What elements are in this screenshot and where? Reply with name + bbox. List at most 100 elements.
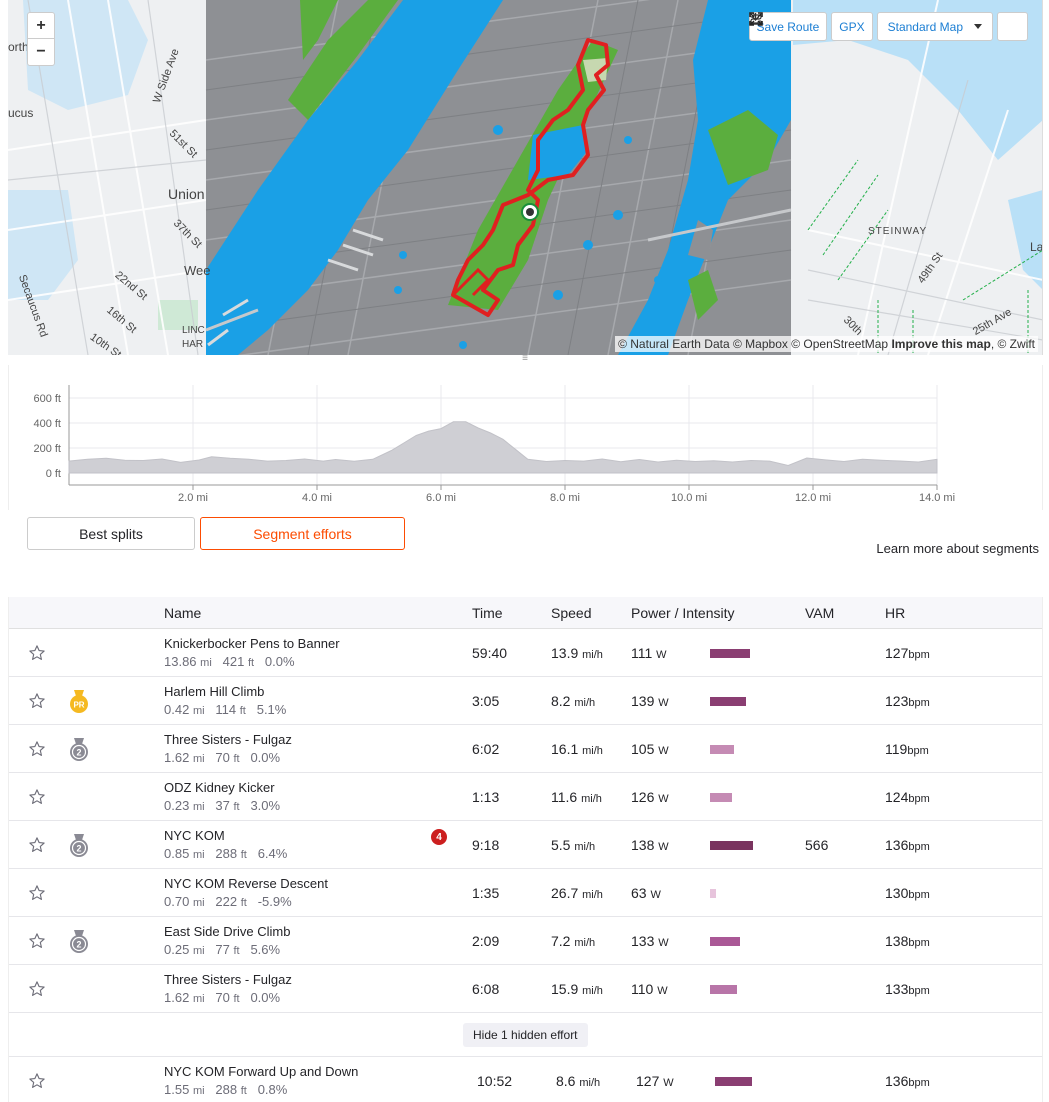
- table-row[interactable]: Three Sisters - Fulgaz 1.62 mi 70 ft 0.0%…: [9, 965, 1042, 1013]
- effort-power: 63 W: [631, 885, 661, 901]
- attribution-zwift[interactable]: © Zwift: [997, 337, 1035, 351]
- segment-name[interactable]: Three Sisters - Fulgaz: [164, 732, 292, 747]
- x-tick-label: 4.0 mi: [302, 492, 332, 504]
- map-style-dropdown[interactable]: Standard Map: [876, 12, 993, 41]
- map-canvas[interactable]: [8, 0, 1043, 355]
- attribution-osm[interactable]: © OpenStreetMap: [791, 337, 888, 351]
- segment-name[interactable]: Three Sisters - Fulgaz: [164, 972, 292, 987]
- header-time[interactable]: Time: [472, 605, 503, 621]
- map-toolbar: Save Route GPX Standard Map: [748, 12, 1028, 41]
- segment-grade: 3.0%: [250, 798, 281, 813]
- table-row[interactable]: 2 East Side Drive Climb 0.25 mi 77 ft 5.6%…: [9, 917, 1042, 965]
- segment-elevation: 37: [215, 798, 230, 813]
- effort-hr: 123bpm: [885, 693, 930, 709]
- unit-mih: mi/h: [582, 745, 603, 757]
- unit-mi: mi: [192, 945, 205, 957]
- gpx-button[interactable]: GPX: [748, 12, 873, 41]
- effort-speed: 16.1 mi/h: [551, 741, 603, 757]
- header-speed[interactable]: Speed: [551, 605, 591, 621]
- speed-value: 5.5: [551, 837, 571, 853]
- unit-w: W: [658, 841, 669, 853]
- star-icon[interactable]: [28, 692, 46, 710]
- unit-mi: mi: [192, 753, 205, 765]
- hidden-table-body: NYC KOM Forward Up and Down 1.55 mi 288 f…: [9, 1057, 1042, 1102]
- unit-w: W: [650, 889, 661, 901]
- segment-name[interactable]: Knickerbocker Pens to Banner: [164, 636, 340, 651]
- resize-handle[interactable]: ≡: [519, 354, 531, 364]
- map-label-north: orth: [8, 40, 29, 54]
- unit-bpm: bpm: [908, 1077, 930, 1089]
- rank-medal-icon: 2: [69, 738, 91, 761]
- header-vam[interactable]: VAM: [805, 605, 834, 621]
- segment-distance: 0.70: [164, 894, 190, 909]
- table-header: Name Time Speed Power / Intensity VAM HR: [9, 597, 1042, 629]
- improve-map-link[interactable]: Improve this map: [891, 337, 990, 351]
- segment-name[interactable]: NYC KOM Reverse Descent: [164, 876, 328, 891]
- star-icon[interactable]: [28, 836, 46, 854]
- rank-medal-icon: 2: [69, 930, 91, 953]
- attribution-mapbox[interactable]: © Mapbox: [733, 337, 788, 351]
- pr-medal-icon: PR: [69, 690, 91, 713]
- star-icon[interactable]: [28, 644, 46, 662]
- segment-meta: 1.55 mi 288 ft 0.8%: [164, 1082, 287, 1097]
- table-row[interactable]: ODZ Kidney Kicker 0.23 mi 37 ft 3.0% 1:13 1…: [9, 773, 1042, 821]
- hr-value: 136: [885, 837, 909, 853]
- segment-elevation: 77: [215, 942, 230, 957]
- segment-name[interactable]: Harlem Hill Climb: [164, 684, 264, 699]
- zoom-in-button[interactable]: +: [28, 13, 54, 39]
- segment-name[interactable]: NYC KOM: [164, 828, 225, 843]
- speed-value: 26.7: [551, 885, 579, 901]
- star-icon[interactable]: [28, 740, 46, 758]
- tab-segment-efforts[interactable]: Segment efforts: [200, 517, 405, 550]
- star-icon[interactable]: [28, 1072, 46, 1090]
- map-attribution: © Natural Earth Data © Mapbox © OpenStre…: [615, 336, 1038, 352]
- table-row[interactable]: NYC KOM Forward Up and Down 1.55 mi 288 f…: [9, 1057, 1042, 1102]
- segment-efforts-table: Name Time Speed Power / Intensity VAM HR…: [8, 597, 1043, 1102]
- unit-mi: mi: [200, 657, 212, 669]
- power-value: 127: [636, 1073, 660, 1089]
- map-label-linc: LINC: [182, 325, 205, 336]
- star-icon[interactable]: [28, 932, 46, 950]
- table-row[interactable]: 2 Three Sisters - Fulgaz 1.62 mi 70 ft 0.0…: [9, 725, 1042, 773]
- zoom-out-button[interactable]: −: [28, 39, 54, 65]
- header-name[interactable]: Name: [164, 605, 201, 621]
- segment-meta: 1.62 mi 70 ft 0.0%: [164, 990, 280, 1005]
- segment-grade: 5.6%: [250, 942, 281, 957]
- header-power[interactable]: Power / Intensity: [631, 605, 735, 621]
- header-hr[interactable]: HR: [885, 605, 905, 621]
- segment-meta: 0.70 mi 222 ft -5.9%: [164, 894, 292, 909]
- x-tick-label: 10.0 mi: [671, 492, 707, 504]
- elevation-chart[interactable]: 600 ft 400 ft 200 ft 0 ft 2.0 mi 4.0 mi 6.0 mi…: [8, 365, 1043, 510]
- hide-hidden-effort-button[interactable]: Hide 1 hidden effort: [463, 1023, 588, 1047]
- learn-more-link[interactable]: Learn more about segments: [876, 541, 1039, 556]
- unit-mi: mi: [192, 801, 205, 813]
- table-row[interactable]: Knickerbocker Pens to Banner 13.86 mi 421…: [9, 629, 1042, 677]
- table-row[interactable]: PR Harlem Hill Climb 0.42 mi 114 ft 5.1% 3:…: [9, 677, 1042, 725]
- segment-name[interactable]: East Side Drive Climb: [164, 924, 290, 939]
- segment-name[interactable]: NYC KOM Forward Up and Down: [164, 1064, 358, 1079]
- unit-mih: mi/h: [574, 697, 596, 709]
- segment-name[interactable]: ODZ Kidney Kicker: [164, 780, 275, 795]
- star-icon[interactable]: [28, 788, 46, 806]
- effort-speed: 7.2 mi/h: [551, 933, 595, 949]
- tab-best-splits[interactable]: Best splits: [27, 517, 195, 550]
- effort-hr: 130bpm: [885, 885, 930, 901]
- hr-value: 130: [885, 885, 909, 901]
- table-row[interactable]: NYC KOM Reverse Descent 0.70 mi 222 ft -5…: [9, 869, 1042, 917]
- fullscreen-icon: [748, 12, 763, 26]
- route-map[interactable]: orth ucus Union Wee W Side Ave 51st St 3…: [8, 0, 1043, 355]
- effort-hr: 138bpm: [885, 933, 930, 949]
- attribution-natural-earth[interactable]: © Natural Earth Data: [618, 337, 730, 351]
- zoom-control: + −: [27, 12, 55, 66]
- table-row[interactable]: 2 NYC KOM 0.85 mi 288 ft 6.4% 4 9:18 5.5 mi/h…: [9, 821, 1042, 869]
- segment-elevation: 288: [215, 1082, 238, 1097]
- hr-value: 138: [885, 933, 909, 949]
- speed-value: 11.6: [551, 789, 578, 805]
- effort-speed: 13.9 mi/h: [551, 645, 603, 661]
- fullscreen-button[interactable]: [748, 12, 1028, 41]
- star-icon[interactable]: [28, 884, 46, 902]
- x-tick-label: 6.0 mi: [426, 492, 456, 504]
- star-icon[interactable]: [28, 980, 46, 998]
- segment-distance: 1.55: [164, 1082, 190, 1097]
- x-tick-label: 2.0 mi: [178, 492, 208, 504]
